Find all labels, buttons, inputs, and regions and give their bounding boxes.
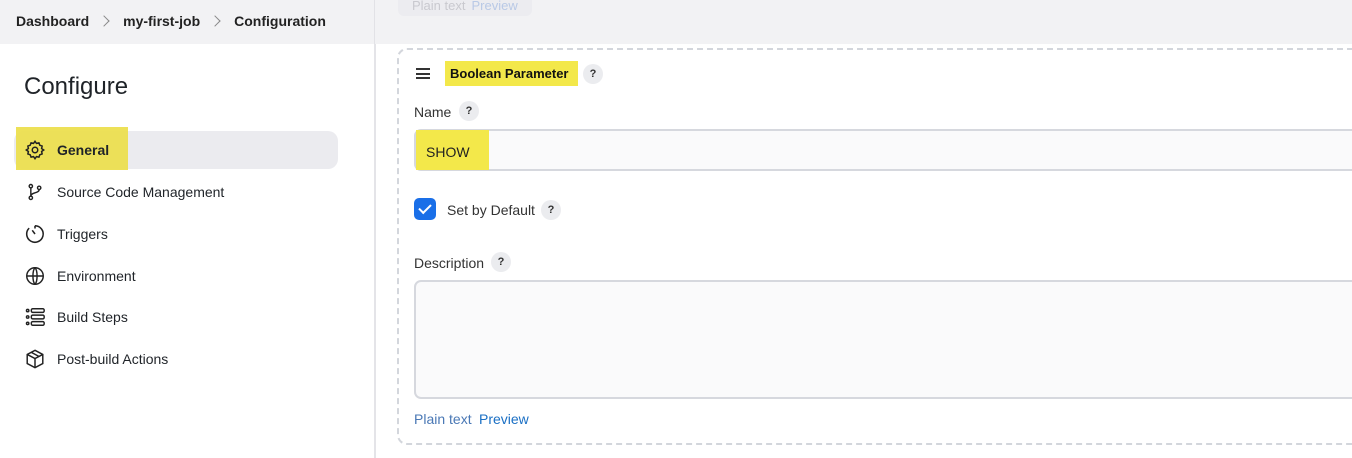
- drag-handle-icon[interactable]: [416, 68, 430, 82]
- sidebar-item-label: Triggers: [57, 226, 108, 242]
- globe-icon: [24, 265, 46, 287]
- sidebar-item-label: Post-build Actions: [57, 351, 169, 367]
- description-label: Description: [414, 255, 485, 271]
- page-title: Configure: [24, 73, 129, 100]
- description-help-icon[interactable]: ?: [491, 252, 511, 272]
- sidebar-item-label: Environment: [57, 268, 136, 284]
- chevron-right-icon: [98, 15, 110, 27]
- package-icon: [24, 348, 46, 370]
- sidebar-item-label: Source Code Management: [57, 184, 225, 200]
- sidebar-item-environment[interactable]: Environment: [14, 257, 338, 295]
- gear-icon: [24, 139, 46, 161]
- divider: [374, 0, 375, 44]
- parameter-title: Boolean Parameter: [450, 66, 569, 81]
- breadcrumb: Dashboard my-first-job Configuration: [16, 13, 326, 29]
- name-label: Name: [414, 104, 452, 120]
- sidebar-item-source-code-management[interactable]: Source Code Management: [14, 173, 338, 211]
- description-textarea[interactable]: [414, 280, 1352, 399]
- name-input-value: SHOW: [426, 144, 470, 160]
- sidebar-divider: [374, 44, 376, 458]
- help-icon[interactable]: ?: [583, 64, 603, 84]
- name-input[interactable]: [414, 129, 1352, 171]
- breadcrumb-configuration[interactable]: Configuration: [234, 13, 326, 29]
- sidebar-item-label: Build Steps: [57, 309, 128, 325]
- preview-link[interactable]: Preview: [479, 411, 529, 427]
- breadcrumb-dashboard[interactable]: Dashboard: [16, 13, 89, 29]
- sidebar-item-general-content[interactable]: General: [14, 131, 338, 169]
- plain-text-link[interactable]: Plain text: [414, 411, 472, 427]
- name-help-icon[interactable]: ?: [459, 101, 479, 121]
- chevron-right-icon: [209, 15, 221, 27]
- set-by-default-help-icon[interactable]: ?: [541, 200, 561, 220]
- check-icon: [418, 200, 432, 215]
- list-icon: [24, 306, 46, 328]
- set-by-default-checkbox[interactable]: [414, 198, 436, 220]
- timer-icon: [24, 223, 46, 245]
- prev-preview-link[interactable]: Preview: [471, 0, 517, 13]
- breadcrumb-job[interactable]: my-first-job: [123, 13, 200, 29]
- sidebar-item-triggers[interactable]: Triggers: [14, 215, 338, 253]
- sidebar-item-label: General: [57, 142, 110, 158]
- sidebar-item-build-steps[interactable]: Build Steps: [14, 298, 338, 336]
- previous-section-links: Plain text Preview: [398, 0, 532, 16]
- breadcrumb-bar: Dashboard my-first-job Configuration Pla…: [0, 0, 1352, 44]
- branch-icon: [24, 181, 46, 203]
- prev-plain-text-link[interactable]: Plain text: [412, 0, 465, 13]
- sidebar-item-post-build-actions[interactable]: Post-build Actions: [14, 340, 338, 378]
- set-by-default-label[interactable]: Set by Default: [447, 202, 535, 218]
